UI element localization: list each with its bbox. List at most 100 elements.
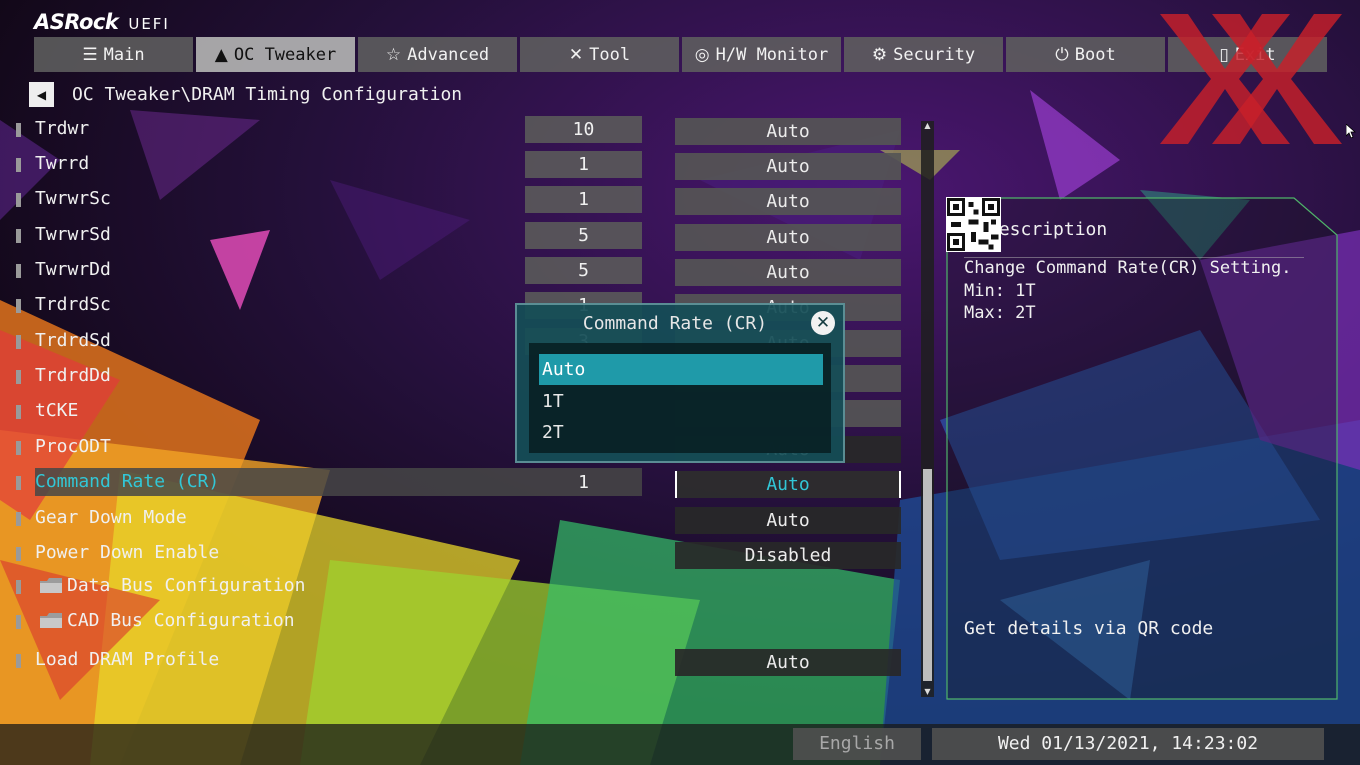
setting-row-power-down-enable[interactable]: Power Down Enable Disabled bbox=[14, 539, 904, 569]
setting-label: Trdwr bbox=[35, 118, 90, 139]
tab-boot[interactable]: ⏻ Boot bbox=[1006, 37, 1165, 72]
tab-oc-tweaker[interactable]: ▲ OC Tweaker bbox=[196, 37, 355, 72]
description-line: Max: 2T bbox=[964, 303, 1036, 323]
option-button[interactable]: Auto bbox=[675, 188, 901, 215]
monitor-gauge-icon: ◎ bbox=[694, 44, 710, 65]
brand-suffix: UEFI bbox=[128, 15, 170, 33]
list-icon: ☰ bbox=[82, 44, 98, 65]
popup-option-list: Auto 1T 2T bbox=[529, 343, 831, 453]
option-button[interactable]: Auto bbox=[675, 118, 901, 145]
submenu-data-bus-configuration[interactable]: Data Bus Configuration bbox=[14, 572, 904, 602]
option-button[interactable]: Auto bbox=[675, 224, 901, 251]
current-value: 1 bbox=[578, 472, 589, 493]
description-title: Description bbox=[988, 219, 1108, 240]
folder-icon bbox=[40, 578, 62, 593]
tools-icon: ✕ bbox=[568, 44, 584, 65]
breadcrumb: OC Tweaker\DRAM Timing Configuration bbox=[72, 84, 463, 105]
option-button[interactable]: Auto bbox=[675, 507, 901, 534]
submenu-label: CAD Bus Configuration bbox=[67, 610, 295, 631]
tab-security[interactable]: ⚙ Security bbox=[844, 37, 1003, 72]
setting-row-twrrd[interactable]: Twrrd 1 Auto bbox=[14, 150, 904, 180]
setting-label: tCKE bbox=[35, 400, 79, 421]
popup-option-auto[interactable]: Auto bbox=[539, 354, 823, 385]
row-marker bbox=[16, 615, 21, 629]
close-icon[interactable]: ✕ bbox=[811, 311, 835, 335]
row-marker bbox=[16, 264, 21, 278]
row-marker bbox=[16, 370, 21, 384]
tab-label: Security bbox=[893, 44, 976, 65]
tab-label: OC Tweaker bbox=[233, 44, 337, 65]
folder-icon bbox=[40, 613, 62, 628]
setting-row-load-dram-profile[interactable]: Load DRAM Profile Auto bbox=[14, 646, 904, 676]
back-button[interactable]: ◀ bbox=[29, 82, 54, 107]
row-marker bbox=[16, 335, 21, 349]
brand-name: ASRock bbox=[34, 10, 119, 34]
language-selector[interactable]: English bbox=[793, 728, 921, 760]
setting-label: ProcODT bbox=[35, 436, 111, 457]
row-marker bbox=[16, 193, 21, 207]
scroll-up-arrow-icon[interactable]: ▲ bbox=[921, 121, 934, 131]
setting-row-trdwr[interactable]: Trdwr 10 Auto bbox=[14, 115, 904, 145]
setting-row-twrwrsc[interactable]: TwrwrSc 1 Auto bbox=[14, 185, 904, 215]
tab-tool[interactable]: ✕ Tool bbox=[520, 37, 679, 72]
setting-label: TwrwrDd bbox=[35, 259, 111, 280]
shield-gear-icon: ⚙ bbox=[871, 44, 888, 65]
setting-row-command-rate[interactable]: Command Rate (CR) 1 Auto bbox=[14, 468, 904, 498]
command-rate-popup: Command Rate (CR) ✕ Auto 1T 2T bbox=[515, 303, 845, 463]
rocket-icon: ▲ bbox=[214, 44, 228, 65]
scroll-down-arrow-icon[interactable]: ▼ bbox=[921, 687, 934, 697]
setting-label: TrdrdSd bbox=[35, 330, 111, 351]
submenu-label: Data Bus Configuration bbox=[67, 575, 306, 596]
tab-hw-monitor[interactable]: ◎ H/W Monitor bbox=[682, 37, 841, 72]
date-time-display: Wed 01/13/2021, 14:23:02 bbox=[932, 728, 1324, 760]
scrollbar-thumb[interactable] bbox=[923, 469, 932, 681]
asrock-logo: ASRock UEFI bbox=[34, 10, 170, 34]
option-button[interactable]: Auto bbox=[675, 259, 901, 286]
current-value: 10 bbox=[525, 116, 642, 143]
row-marker bbox=[16, 405, 21, 419]
row-marker bbox=[16, 441, 21, 455]
setting-row-gear-down-mode[interactable]: Gear Down Mode Auto bbox=[14, 504, 904, 534]
setting-row-twrwrdd[interactable]: TwrwrDd 5 Auto bbox=[14, 256, 904, 286]
setting-label: TrdrdDd bbox=[35, 365, 111, 386]
row-marker bbox=[16, 547, 21, 561]
option-button[interactable]: Disabled bbox=[675, 542, 901, 569]
mouse-pointer-icon bbox=[1346, 124, 1356, 138]
top-tab-bar: ☰ Main ▲ OC Tweaker ☆ Advanced ✕ Tool ◎ H/W M… bbox=[34, 37, 1327, 72]
row-marker bbox=[16, 512, 21, 526]
tab-label: H/W Monitor bbox=[715, 44, 829, 65]
setting-label: TwrwrSd bbox=[35, 224, 111, 245]
popup-option-2t[interactable]: 2T bbox=[539, 417, 823, 448]
row-marker bbox=[16, 229, 21, 243]
description-line: Min: 1T bbox=[964, 281, 1036, 301]
settings-scrollbar[interactable]: ▲ ▼ bbox=[921, 121, 934, 697]
current-value: 5 bbox=[525, 222, 642, 249]
setting-label: Twrrd bbox=[35, 153, 90, 174]
tab-advanced[interactable]: ☆ Advanced bbox=[358, 37, 517, 72]
option-button[interactable]: Auto bbox=[675, 649, 901, 676]
setting-label: Load DRAM Profile bbox=[35, 649, 220, 670]
setting-row-twrwrsd[interactable]: TwrwrSd 5 Auto bbox=[14, 221, 904, 251]
option-button[interactable]: Auto bbox=[675, 153, 901, 180]
tab-label: Boot bbox=[1074, 44, 1116, 65]
xx-watermark-logo bbox=[1160, 14, 1342, 144]
setting-label: TwrwrSc bbox=[35, 188, 111, 209]
back-arrow-icon: ◀ bbox=[36, 87, 47, 102]
current-value: 1 bbox=[525, 186, 642, 213]
row-marker bbox=[16, 476, 21, 490]
row-marker bbox=[16, 123, 21, 137]
row-marker bbox=[16, 580, 21, 594]
setting-label: Command Rate (CR) bbox=[35, 471, 220, 492]
row-marker bbox=[16, 158, 21, 172]
tab-label: Tool bbox=[589, 44, 631, 65]
description-line: Change Command Rate(CR) Setting. bbox=[964, 258, 1292, 278]
row-marker bbox=[16, 654, 21, 668]
tab-main[interactable]: ☰ Main bbox=[34, 37, 193, 72]
current-value: 1 bbox=[525, 151, 642, 178]
option-button[interactable]: Auto bbox=[675, 471, 901, 498]
popup-option-1t[interactable]: 1T bbox=[539, 386, 823, 417]
setting-label: Gear Down Mode bbox=[35, 507, 187, 528]
tab-label: Advanced bbox=[407, 44, 490, 65]
submenu-cad-bus-configuration[interactable]: CAD Bus Configuration bbox=[14, 607, 904, 637]
qr-code[interactable] bbox=[946, 197, 1001, 252]
